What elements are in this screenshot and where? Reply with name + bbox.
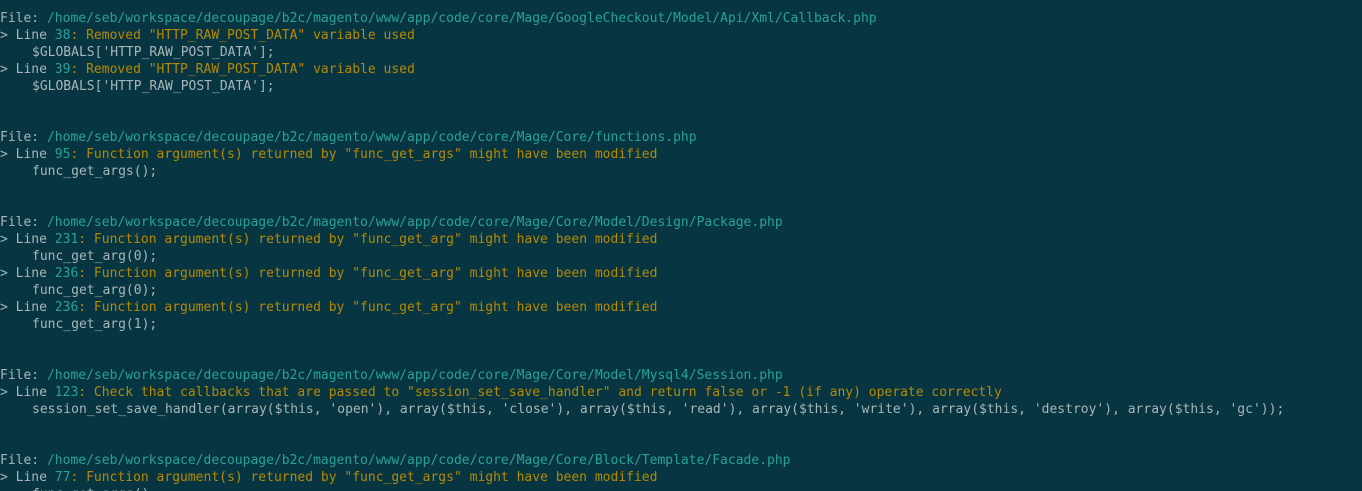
file-path: /home/seb/workspace/decoupage/b2c/magent… xyxy=(46,11,877,26)
line-number: 39 xyxy=(54,62,71,77)
line-number: 231 xyxy=(54,232,79,247)
line-prefix: > Line xyxy=(0,147,55,162)
issue-line: > Line 231: Function argument(s) returne… xyxy=(0,231,1362,248)
issue-line: > Line 38: Removed "HTTP_RAW_POST_DATA" … xyxy=(0,27,1362,44)
file-label: File: xyxy=(0,453,47,468)
code-snippet: $GLOBALS['HTTP_RAW_POST_DATA']; xyxy=(32,79,275,94)
terminal-window[interactable]: File: /home/seb/workspace/decoupage/b2c/… xyxy=(0,0,1362,491)
line-prefix: > Line xyxy=(0,62,55,77)
file-path: /home/seb/workspace/decoupage/b2c/magent… xyxy=(46,215,783,230)
file-header-line: File: /home/seb/workspace/decoupage/b2c/… xyxy=(0,214,1362,231)
code-snippet: func_get_args(); xyxy=(32,164,158,179)
issue-message: : Check that callbacks that are passed t… xyxy=(78,385,1002,400)
file-path: /home/seb/workspace/decoupage/b2c/magent… xyxy=(46,368,783,383)
issue-message: : Function argument(s) returned by "func… xyxy=(70,470,658,485)
file-header-line: File: /home/seb/workspace/decoupage/b2c/… xyxy=(0,129,1362,146)
line-prefix: > Line xyxy=(0,28,55,43)
file-label: File: xyxy=(0,11,47,26)
issue-line: > Line 236: Function argument(s) returne… xyxy=(0,299,1362,316)
line-number: 95 xyxy=(54,147,71,162)
issue-line: > Line 236: Function argument(s) returne… xyxy=(0,265,1362,282)
code-snippet: session_set_save_handler(array($this, 'o… xyxy=(32,402,1285,417)
line-prefix: > Line xyxy=(0,385,55,400)
line-number: 236 xyxy=(54,266,79,281)
file-path: /home/seb/workspace/decoupage/b2c/magent… xyxy=(46,453,791,468)
line-number: 236 xyxy=(54,300,79,315)
issue-line: > Line 95: Function argument(s) returned… xyxy=(0,146,1362,163)
file-label: File: xyxy=(0,368,47,383)
issue-message: : Function argument(s) returned by "func… xyxy=(78,266,658,281)
line-prefix: > Line xyxy=(0,266,55,281)
file-label: File: xyxy=(0,130,47,145)
issue-line: > Line 39: Removed "HTTP_RAW_POST_DATA" … xyxy=(0,61,1362,78)
issue-line: > Line 123: Check that callbacks that ar… xyxy=(0,384,1362,401)
code-snippet: func_get_arg(1); xyxy=(32,317,158,332)
file-label: File: xyxy=(0,215,47,230)
file-path: /home/seb/workspace/decoupage/b2c/magent… xyxy=(46,130,697,145)
code-snippet: func_get_arg(0); xyxy=(32,249,158,264)
issue-message: : Removed "HTTP_RAW_POST_DATA" variable … xyxy=(70,62,415,77)
line-number: 38 xyxy=(54,28,71,43)
issue-message: : Function argument(s) returned by "func… xyxy=(78,300,658,315)
issue-message: : Function argument(s) returned by "func… xyxy=(78,232,658,247)
code-snippet: func_get_arg(0); xyxy=(32,283,158,298)
line-number: 123 xyxy=(54,385,79,400)
line-number: 77 xyxy=(54,470,71,485)
code-snippet: $GLOBALS['HTTP_RAW_POST_DATA']; xyxy=(32,45,275,60)
line-prefix: > Line xyxy=(0,232,55,247)
line-prefix: > Line xyxy=(0,300,55,315)
file-header-line: File: /home/seb/workspace/decoupage/b2c/… xyxy=(0,452,1362,469)
issue-message: : Removed "HTTP_RAW_POST_DATA" variable … xyxy=(70,28,415,43)
issue-line: > Line 77: Function argument(s) returned… xyxy=(0,469,1362,486)
terminal-output: File: /home/seb/workspace/decoupage/b2c/… xyxy=(0,10,1362,491)
file-header-line: File: /home/seb/workspace/decoupage/b2c/… xyxy=(0,367,1362,384)
line-prefix: > Line xyxy=(0,470,55,485)
code-snippet: func_get_args(); xyxy=(0,486,1362,491)
file-header-line: File: /home/seb/workspace/decoupage/b2c/… xyxy=(0,10,1362,27)
issue-message: : Function argument(s) returned by "func… xyxy=(70,147,658,162)
